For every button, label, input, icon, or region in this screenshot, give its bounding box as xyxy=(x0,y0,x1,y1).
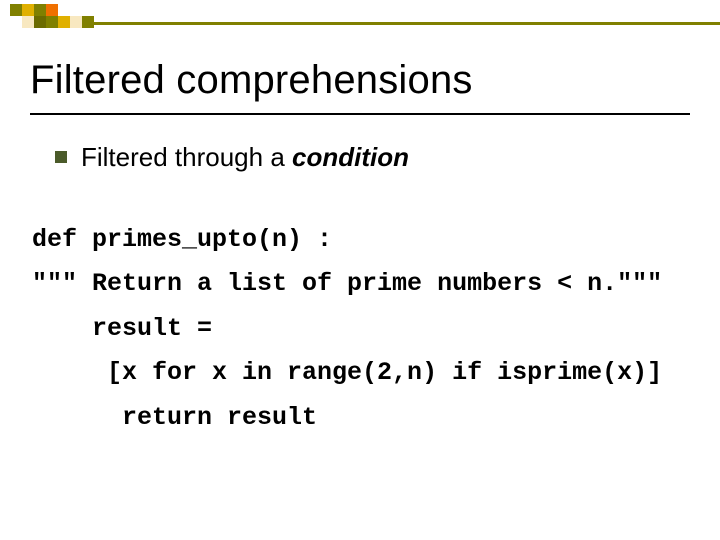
code-block: def primes_upto(n) : """ Return a list o… xyxy=(32,218,690,441)
code-line-2: """ Return a list of prime numbers < n."… xyxy=(32,269,662,298)
code-line-4: [x for x in range(2,n) if isprime(x)] xyxy=(32,358,662,387)
code-line-5: return result xyxy=(32,403,317,432)
bullet-emphasis: condition xyxy=(292,142,409,172)
code-line-3: result = xyxy=(32,314,212,343)
slide-title: Filtered comprehensions xyxy=(30,58,690,109)
header-decoration xyxy=(0,0,720,42)
bullet-text: Filtered through a condition xyxy=(81,141,409,174)
slide: Filtered comprehensions Filtered through… xyxy=(0,0,720,540)
code-line-1: def primes_upto(n) : xyxy=(32,225,332,254)
bullet-prefix: Filtered through a xyxy=(81,142,292,172)
slide-body: Filtered through a condition def primes_… xyxy=(0,115,720,440)
bullet-icon xyxy=(55,151,67,163)
bullet-item: Filtered through a condition xyxy=(55,141,690,174)
